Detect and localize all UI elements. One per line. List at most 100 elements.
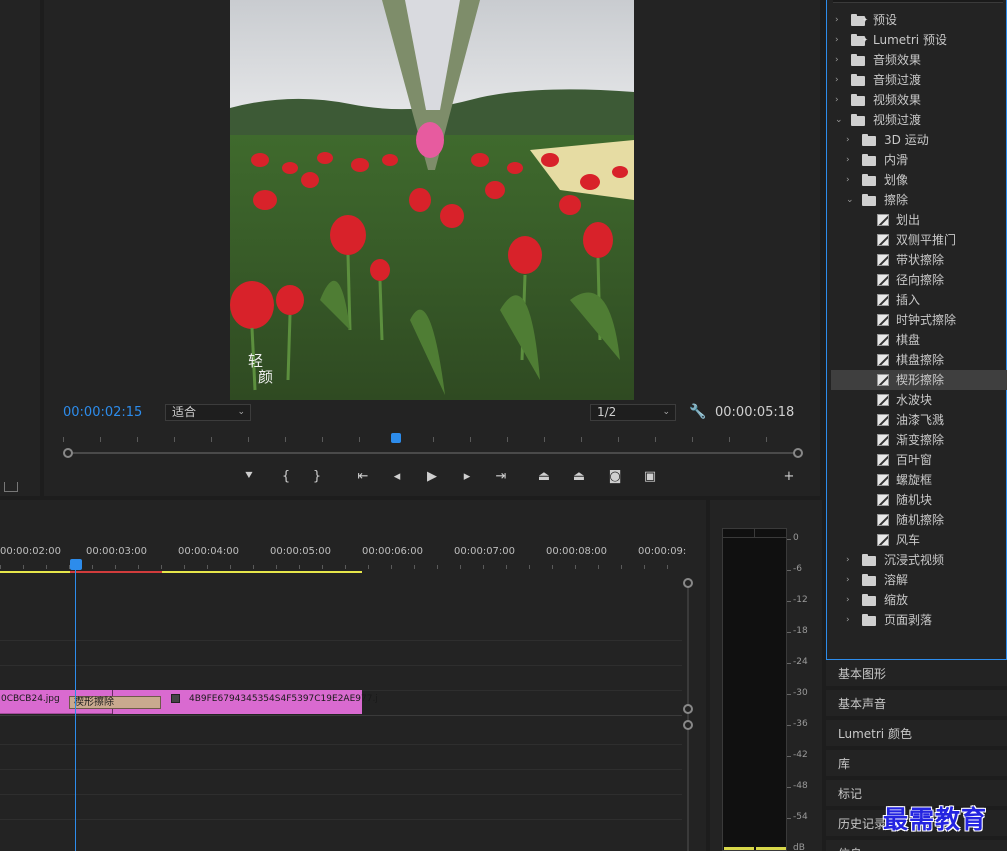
effect-folder[interactable]: › 页面剥落 [831, 610, 1007, 630]
effect-folder[interactable]: › 音频过渡 [831, 70, 1007, 90]
timeline-ruler[interactable] [0, 561, 690, 569]
zoom-bar-start-handle[interactable] [63, 448, 73, 458]
effect-folder[interactable]: › 3D 运动 [831, 130, 1007, 150]
lift-icon[interactable]: ⏏ [534, 468, 554, 486]
effect-label: Lumetri 预设 [873, 33, 947, 47]
panel-tab[interactable]: 基本图形 [826, 660, 1007, 688]
wedge-wipe-transition[interactable]: 楔形擦除 [69, 696, 161, 709]
effect-item[interactable]: 渐变擦除 [831, 430, 1007, 450]
play-icon[interactable]: ▶ [422, 468, 442, 486]
disclosure-closed-icon[interactable]: › [846, 170, 850, 190]
video-preview[interactable]: 轻 颜 [230, 0, 634, 400]
disclosure-closed-icon[interactable]: › [846, 130, 850, 150]
disclosure-closed-icon[interactable]: › [846, 590, 850, 610]
zoom-bar-end-handle[interactable] [793, 448, 803, 458]
disclosure-closed-icon[interactable]: › [835, 70, 839, 90]
effects-search[interactable] [833, 0, 1003, 3]
step-back-icon[interactable]: ◂ [387, 468, 407, 486]
marker-icon[interactable]: ⯆ [239, 468, 259, 486]
monitor-playhead[interactable] [391, 433, 401, 443]
effect-item[interactable]: 棋盘擦除 [831, 350, 1007, 370]
disclosure-closed-icon[interactable]: › [846, 150, 850, 170]
effect-item[interactable]: 棋盘 [831, 330, 1007, 350]
ruler-tick [115, 565, 116, 569]
panel-tab[interactable]: 信息 [826, 840, 1007, 851]
ruler-tick [137, 437, 138, 442]
scrollbar-top-handle[interactable] [683, 578, 693, 588]
meter-level-left [724, 847, 754, 850]
work-area-bar[interactable] [162, 571, 362, 573]
effect-item[interactable]: 随机擦除 [831, 510, 1007, 530]
scrollbar-bottom-handle[interactable] [683, 704, 693, 714]
export-icon[interactable] [4, 482, 18, 492]
ruler-tick [507, 437, 508, 442]
effect-folder[interactable]: ⌄ 擦除 [831, 190, 1007, 210]
fit-dropdown-value: 适合 [172, 405, 197, 419]
scrollbar-audio-handle[interactable] [683, 720, 693, 730]
panel-tab[interactable]: Lumetri 颜色 [826, 720, 1007, 748]
monitor-zoom-bar[interactable] [63, 448, 803, 458]
timeline-vertical-scrollbar[interactable] [683, 578, 693, 851]
effect-folder[interactable]: › 溶解 [831, 570, 1007, 590]
panel-tab[interactable]: 基本声音 [826, 690, 1007, 718]
effect-folder[interactable]: › 视频效果 [831, 90, 1007, 110]
effect-item[interactable]: 带状擦除 [831, 250, 1007, 270]
effect-item[interactable]: 时钟式擦除 [831, 310, 1007, 330]
effect-item[interactable]: 楔形擦除 [831, 370, 1007, 390]
effect-folder[interactable]: › 划像 [831, 170, 1007, 190]
effect-folder[interactable]: › 缩放 [831, 590, 1007, 610]
effect-folder[interactable]: › 沉浸式视频 [831, 550, 1007, 570]
effect-item[interactable]: 水波块 [831, 390, 1007, 410]
disclosure-closed-icon[interactable]: › [846, 570, 850, 590]
timeline-playhead-line [75, 566, 76, 851]
effect-item[interactable]: 径向擦除 [831, 270, 1007, 290]
extract-icon[interactable]: ⏏ [569, 468, 589, 486]
mark-out-icon[interactable]: } [307, 468, 327, 486]
meter-display [722, 528, 787, 851]
fit-dropdown[interactable]: 适合 ⌄ [165, 404, 251, 421]
mark-in-icon[interactable]: { [276, 468, 296, 486]
disclosure-closed-icon[interactable]: › [846, 550, 850, 570]
disclosure-closed-icon[interactable]: › [835, 90, 839, 110]
monitor-time-ruler[interactable] [63, 430, 803, 442]
effect-item[interactable]: 插入 [831, 290, 1007, 310]
disclosure-closed-icon[interactable]: › [835, 30, 839, 50]
effect-item[interactable]: 风车 [831, 530, 1007, 550]
effect-item[interactable]: 螺旋框 [831, 470, 1007, 490]
effect-item[interactable]: 油漆飞溅 [831, 410, 1007, 430]
transition-effect-icon [877, 254, 889, 266]
current-timecode[interactable]: 00:00:02:15 [63, 405, 142, 420]
disclosure-open-icon[interactable]: ⌄ [846, 190, 854, 210]
compare-icon[interactable]: ▣ [640, 468, 660, 486]
wrench-icon[interactable]: 🔧 [689, 404, 706, 420]
step-forward-icon[interactable]: ▸ [457, 468, 477, 486]
ruler-tick [211, 437, 212, 442]
camera-icon[interactable]: ◙ [605, 468, 625, 486]
transition-effect-icon [877, 294, 889, 306]
ruler-tick [575, 565, 576, 569]
go-to-in-icon[interactable]: ⇤ [353, 468, 373, 486]
db-tick [787, 725, 791, 726]
go-to-out-icon[interactable]: ⇥ [491, 468, 511, 486]
effect-item[interactable]: 划出 [831, 210, 1007, 230]
effect-item[interactable]: 双侧平推门 [831, 230, 1007, 250]
effect-folder[interactable]: ⌄ 视频过渡 [831, 110, 1007, 130]
effect-folder[interactable]: › Lumetri 预设 [831, 30, 1007, 50]
effect-folder[interactable]: › 预设 [831, 10, 1007, 30]
effect-folder[interactable]: › 内滑 [831, 150, 1007, 170]
effect-label: 风车 [896, 533, 921, 547]
disclosure-closed-icon[interactable]: › [846, 610, 850, 630]
resolution-dropdown[interactable]: 1/2 ⌄ [590, 404, 676, 421]
disclosure-closed-icon[interactable]: › [835, 10, 839, 30]
effect-folder[interactable]: › 音频效果 [831, 50, 1007, 70]
clip-name: 4B9FE6794345354S4F5397C19E2AE977.j [189, 694, 378, 704]
disclosure-closed-icon[interactable]: › [835, 50, 839, 70]
disclosure-open-icon[interactable]: ⌄ [835, 110, 843, 130]
effect-item[interactable]: 百叶窗 [831, 450, 1007, 470]
plus-icon[interactable]: + [779, 468, 799, 486]
effect-item[interactable]: 随机块 [831, 490, 1007, 510]
work-area-bar[interactable] [0, 571, 70, 573]
panel-tab[interactable]: 库 [826, 750, 1007, 778]
timeline-playhead[interactable] [70, 559, 82, 570]
effect-label: 随机擦除 [896, 513, 945, 527]
